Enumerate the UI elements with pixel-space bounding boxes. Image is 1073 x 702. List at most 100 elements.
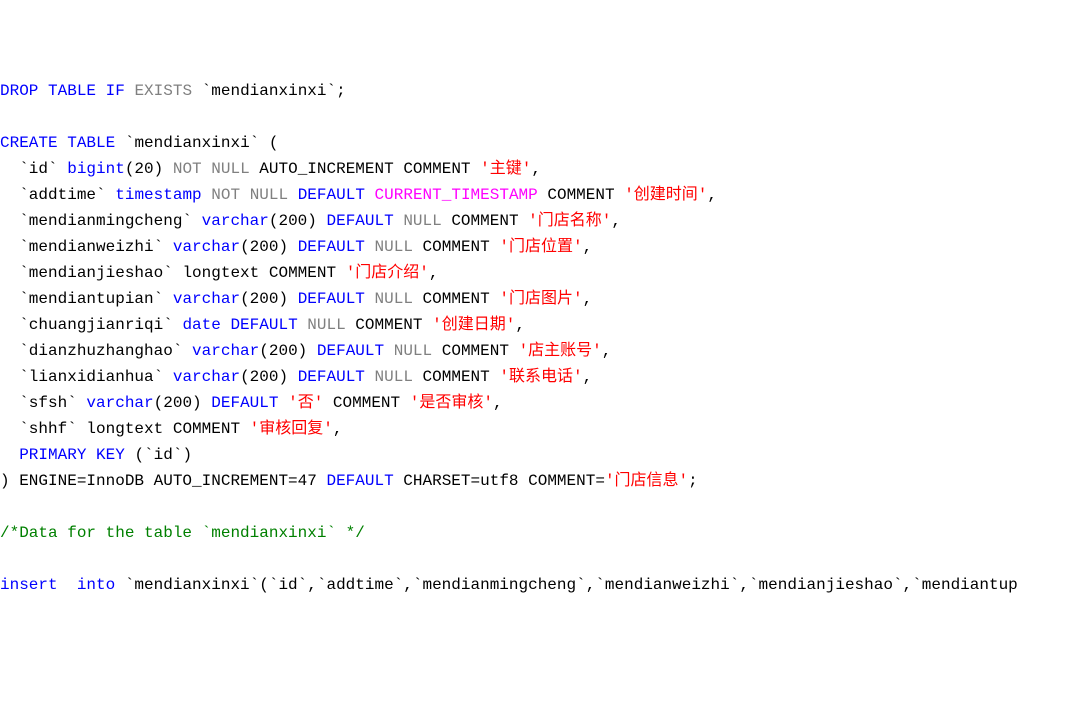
kw-comment: COMMENT [442, 342, 509, 360]
table-name: `mendianxinxi`; [202, 82, 346, 100]
kw-default: DEFAULT [298, 368, 365, 386]
size: (200) [154, 394, 202, 412]
kw-default: DEFAULT [317, 342, 384, 360]
str-image: '门店图片' [499, 290, 582, 308]
str-auditreply: '审核回复' [250, 420, 333, 438]
kw-comment: COMMENT [451, 212, 518, 230]
comma: , [611, 212, 621, 230]
kw-exists: EXISTS [134, 82, 192, 100]
kw-default: DEFAULT [298, 238, 365, 256]
field-mendianweizhi: `mendianweizhi` [0, 238, 163, 256]
str-phone: '联系电话' [499, 368, 582, 386]
comma: , [583, 290, 593, 308]
kw-null: NULL [375, 368, 413, 386]
kw-null: NULL [403, 212, 441, 230]
kw-create: CREATE [0, 134, 58, 152]
size: (20) [125, 160, 163, 178]
field-chuangjianriqi: `chuangjianriqi` [0, 316, 173, 334]
kw-comment: COMMENT= [528, 472, 605, 490]
kw-not: NOT [211, 186, 240, 204]
comma: , [429, 264, 439, 282]
str-location: '门店位置' [499, 238, 582, 256]
size: (200) [269, 212, 317, 230]
kw-default: DEFAULT [326, 212, 393, 230]
type-timestamp: timestamp [115, 186, 201, 204]
type-varchar: varchar [192, 342, 259, 360]
field-dianzhuzhanghao: `dianzhuzhanghao` [0, 342, 182, 360]
size: (200) [240, 238, 288, 256]
comma: , [515, 316, 525, 334]
field-mendianmingcheng: `mendianmingcheng` [0, 212, 192, 230]
kw-not: NOT [173, 160, 202, 178]
type-date: date [182, 316, 220, 334]
sql-code-block[interactable]: DROP TABLE IF EXISTS `mendianxinxi`; CRE… [0, 78, 1073, 598]
str-pk: '主键' [480, 160, 531, 178]
kw-comment: COMMENT [423, 238, 490, 256]
size: (200) [240, 290, 288, 308]
kw-comment: COMMENT [423, 290, 490, 308]
kw-null: NULL [211, 160, 249, 178]
kw-comment: COMMENT [547, 186, 614, 204]
str-intro: '门店介绍' [346, 264, 429, 282]
kw-primary: PRIMARY [0, 446, 86, 464]
kw-null: NULL [375, 290, 413, 308]
kw-drop: DROP [0, 82, 38, 100]
kw-current-timestamp: CURRENT_TIMESTAMP [375, 186, 538, 204]
comma: , [493, 394, 503, 412]
comma: , [583, 238, 593, 256]
charset: CHARSET=utf8 [403, 472, 518, 490]
field-shhf: `shhf` [0, 420, 77, 438]
field-mendianjieshao: `mendianjieshao` [0, 264, 173, 282]
kw-comment: COMMENT [423, 368, 490, 386]
kw-comment: COMMENT [269, 264, 336, 282]
kw-default: DEFAULT [298, 186, 365, 204]
close-engine: ) ENGINE=InnoDB AUTO_INCREMENT=47 [0, 472, 317, 490]
kw-comment: COMMENT [355, 316, 422, 334]
str-createtime: '创建时间' [624, 186, 707, 204]
type-longtext: longtext [86, 420, 163, 438]
kw-null: NULL [375, 238, 413, 256]
kw-key: KEY [96, 446, 125, 464]
kw-default: DEFAULT [326, 472, 393, 490]
kw-null: NULL [307, 316, 345, 334]
kw-autoincrement: AUTO_INCREMENT [259, 160, 393, 178]
field-id: `id` [0, 160, 58, 178]
kw-table: TABLE [67, 134, 115, 152]
kw-null: NULL [250, 186, 288, 204]
str-no: '否' [288, 394, 323, 412]
semicolon: ; [688, 472, 698, 490]
str-owneraccount: '店主账号' [519, 342, 602, 360]
comma: , [602, 342, 612, 360]
field-mendiantupian: `mendiantupian` [0, 290, 163, 308]
field-addtime: `addtime` [0, 186, 106, 204]
size: (200) [240, 368, 288, 386]
type-varchar: varchar [173, 238, 240, 256]
pk-id: (`id`) [134, 446, 192, 464]
type-varchar: varchar [173, 368, 240, 386]
type-longtext: longtext [182, 264, 259, 282]
kw-comment: COMMENT [403, 160, 470, 178]
kw-default: DEFAULT [230, 316, 297, 334]
insert-columns: `mendianxinxi`(`id`,`addtime`,`mendianmi… [125, 576, 1018, 594]
kw-default: DEFAULT [211, 394, 278, 412]
kw-null: NULL [394, 342, 432, 360]
kw-if: IF [106, 82, 125, 100]
comment-data: /*Data for the table `mendianxinxi` */ [0, 524, 365, 542]
kw-default: DEFAULT [298, 290, 365, 308]
kw-into: into [77, 576, 115, 594]
str-tablecomment: '门店信息' [605, 472, 688, 490]
kw-comment: COMMENT [173, 420, 240, 438]
field-lianxidianhua: `lianxidianhua` [0, 368, 163, 386]
comma: , [531, 160, 541, 178]
type-bigint: bigint [67, 160, 125, 178]
field-sfsh: `sfsh` [0, 394, 77, 412]
table-name-open: `mendianxinxi` ( [125, 134, 279, 152]
type-varchar: varchar [173, 290, 240, 308]
type-varchar: varchar [86, 394, 153, 412]
str-audit: '是否审核' [410, 394, 493, 412]
comma: , [707, 186, 717, 204]
kw-insert: insert [0, 576, 58, 594]
type-varchar: varchar [202, 212, 269, 230]
kw-comment: COMMENT [333, 394, 400, 412]
size: (200) [259, 342, 307, 360]
